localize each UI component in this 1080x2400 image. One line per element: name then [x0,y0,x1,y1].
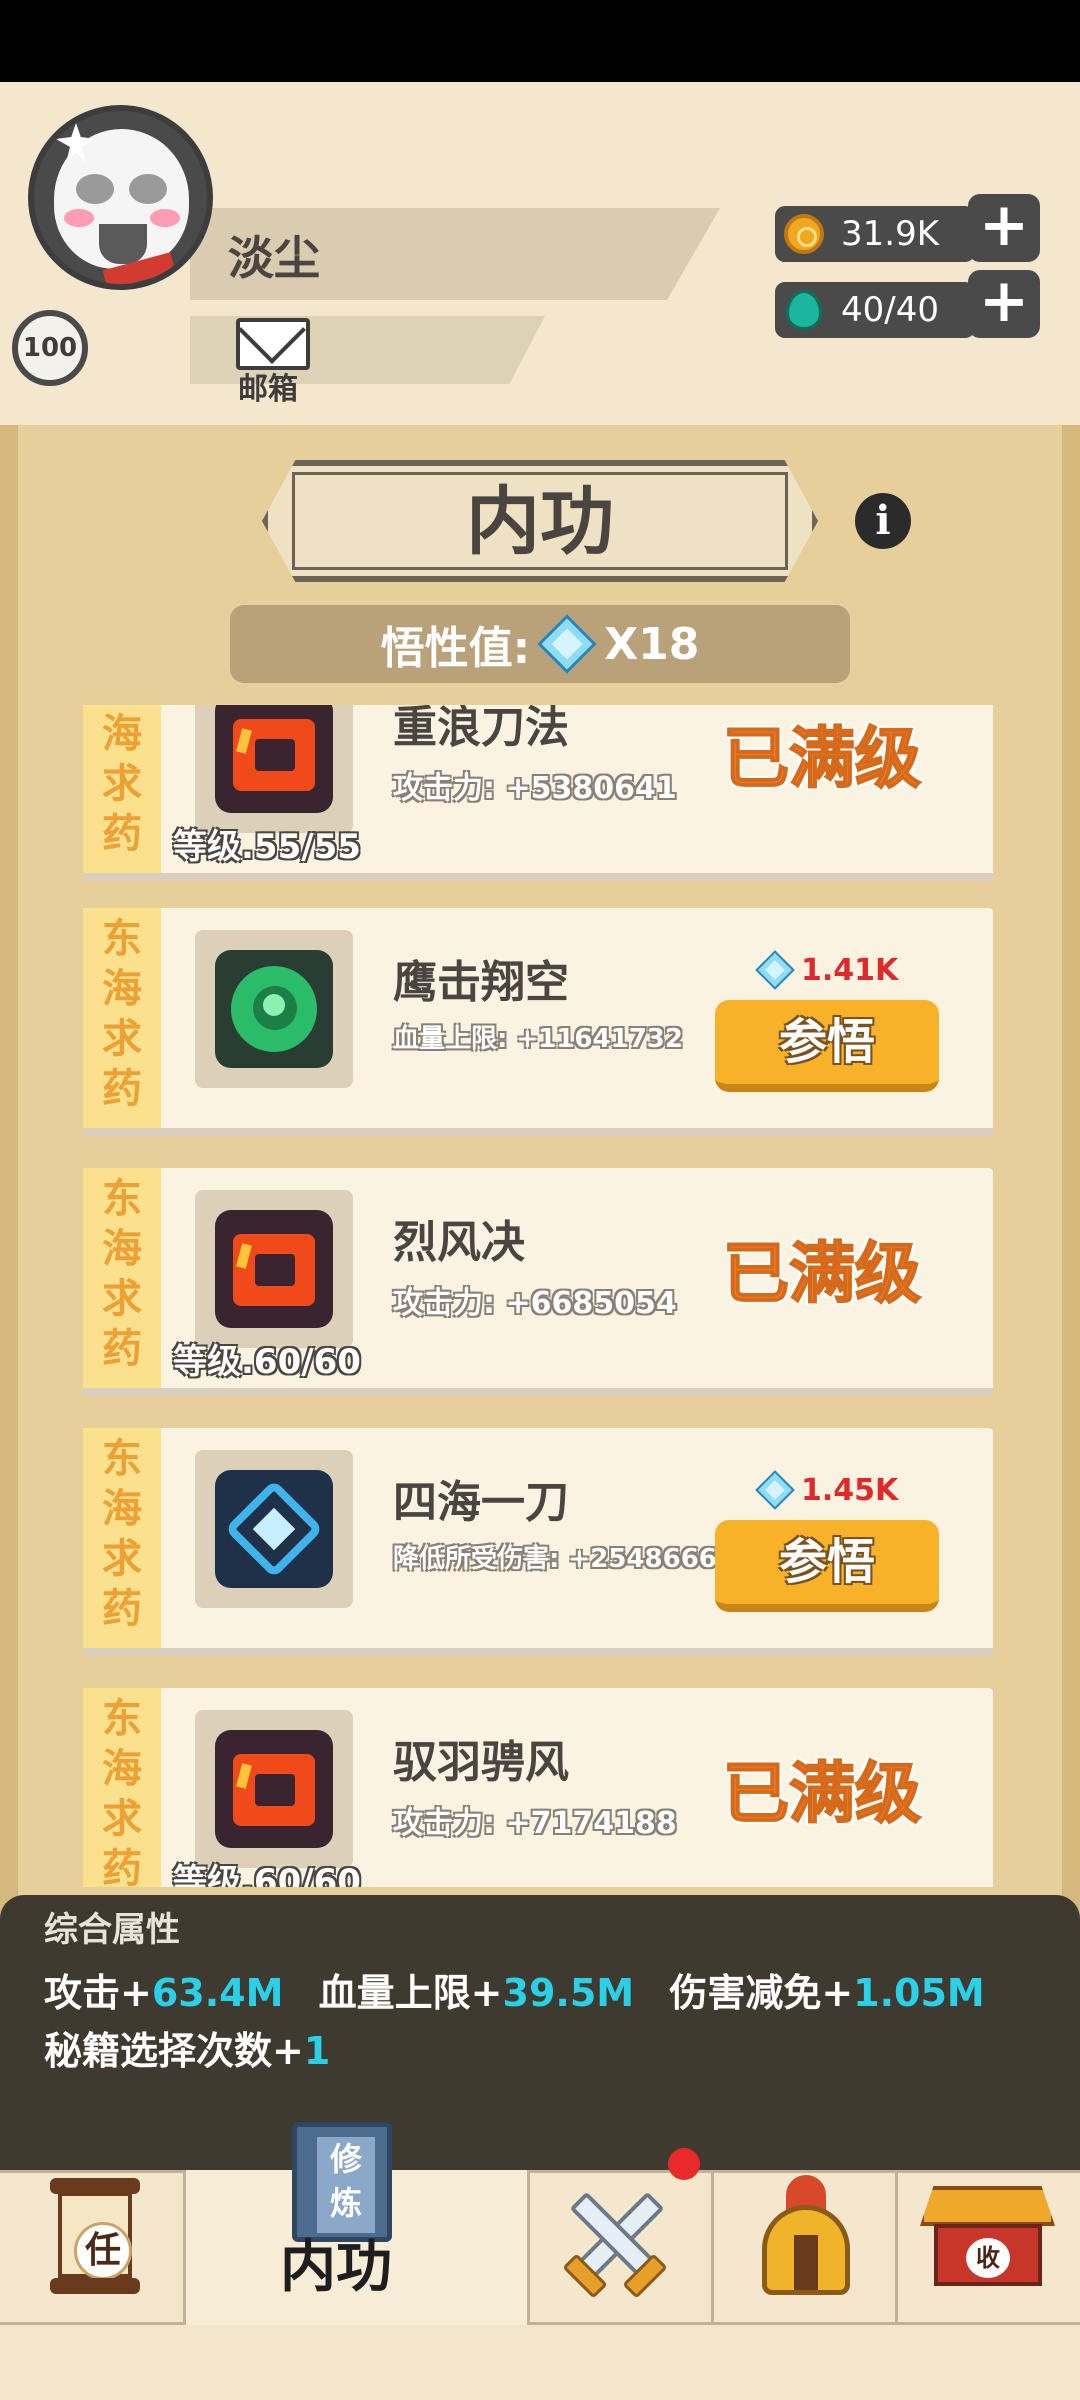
dmg-label: 伤害减免+ [669,1971,854,2015]
green-swirl-icon [215,950,333,1068]
skill-name: 重浪刀法 [393,705,569,753]
skill-cost-value: 1.45K [801,1472,899,1508]
skill-card[interactable]: 东海求药 等级.60/60 烈风决 攻击力: +6685054 已满级 [83,1168,993,1396]
stamina-icon [781,287,827,333]
choice-label: 秘籍选择次数+ [44,2029,304,2073]
skill-tag: 海求药 [83,705,161,873]
attack-label: 攻击+ [44,1971,152,2015]
insight-gem-icon [537,614,597,674]
insight-bar: 悟性值: X18 [230,605,850,683]
skill-card[interactable]: 海求药 等级.55/55 重浪刀法 攻击力: +5380641 已满级 [83,705,993,881]
skill-card[interactable]: 东海求药 四海一刀 降低所受伤害: +2548666 1.45K 参悟 [83,1428,993,1656]
attack-value: 63.4M [151,1971,284,2015]
skill-cost: 1.41K [755,950,898,990]
skill-level: 等级.55/55 [173,827,361,867]
skill-cost-value: 1.41K [801,952,899,988]
avatar-blush-left [64,209,94,227]
skill-card[interactable]: 东海求药 鹰击翔空 血量上限: +11641732 1.41K 参悟 [83,908,993,1136]
skill-tag: 东海求药 [83,1688,161,1887]
skill-attr: 血量上限: +11641732 [393,1024,683,1054]
red-rune-icon [215,1730,333,1848]
insight-gem-icon [755,950,795,990]
skill-attr: 降低所受伤害: +2548666 [393,1544,717,1574]
skill-attr: 攻击力: +5380641 [393,771,677,806]
summary-line-2: 秘籍选择次数+1 [44,2020,330,2075]
red-rune-icon [215,705,333,813]
task-scroll-icon[interactable]: 任 [50,2178,140,2298]
helmet-icon[interactable] [756,2175,856,2300]
red-rune-icon [215,1210,333,1328]
avatar-eye-right [129,174,167,204]
page-title: 内功 [466,479,614,565]
skill-icon-box [195,1450,353,1608]
hp-label: 血量上限+ [318,1971,503,2015]
study-button[interactable]: 参悟 [715,1520,939,1612]
skill-icon-box [195,930,353,1088]
max-level-label: 已满级 [722,1754,922,1833]
skill-name: 烈风决 [393,1217,525,1268]
skill-name: 驭羽骋风 [393,1737,569,1788]
skill-attr: 攻击力: +6685054 [393,1286,677,1321]
skill-level: 等级.60/60 [173,1862,361,1887]
max-level-label: 已满级 [722,719,922,798]
avatar-blush-right [150,209,180,227]
mail-label[interactable]: 邮箱 [238,364,298,408]
skill-list[interactable]: 海求药 等级.55/55 重浪刀法 攻击力: +5380641 已满级 东海求药… [80,705,1000,1887]
skill-tag: 东海求药 [83,1168,161,1388]
coin-value: 31.9K [841,214,939,254]
skill-tag: 东海求药 [83,1428,161,1648]
player-name: 淡尘 [228,231,320,285]
stamina-value: 40/40 [841,290,939,330]
skill-tag: 东海求药 [83,908,161,1128]
summary-title: 综合属性 [44,1910,180,1950]
skill-icon-box [195,1190,353,1348]
study-button[interactable]: 参悟 [715,1000,939,1092]
skill-icon-box [195,705,353,833]
insight-value: X18 [604,618,700,670]
crossed-swords-icon[interactable] [555,2180,675,2300]
stamina-counter: 40/40 [775,282,975,338]
avatar-eye-left [76,174,114,204]
skill-name: 四海一刀 [393,1477,569,1528]
coin-icon [781,211,827,257]
insight-label: 悟性值: [380,623,531,674]
skill-attr: 攻击力: +7174188 [393,1806,677,1841]
book-label: 修炼 [317,2137,375,2233]
shop-icon[interactable]: 收 [920,2186,1055,2291]
nav-active-label[interactable]: 内功 [280,2222,392,2303]
shop-char: 收 [966,2238,1010,2278]
skill-name: 鹰击翔空 [393,957,569,1008]
task-char: 任 [74,2222,132,2280]
info-icon[interactable]: i [855,493,911,549]
skill-icon-box [195,1710,353,1868]
insight-gem-icon [755,1470,795,1510]
max-level-label: 已满级 [722,1234,922,1313]
avatar-mouth [99,224,147,264]
avatar[interactable] [28,105,213,290]
choice-value: 1 [303,2029,331,2073]
coin-counter: 31.9K [775,206,975,262]
skill-card[interactable]: 东海求药 等级.60/60 驭羽骋风 攻击力: +7174188 已满级 [83,1688,993,1887]
dmg-value: 1.05M [853,1971,985,2015]
notification-dot [668,2148,700,2180]
add-coins-button[interactable]: + [968,194,1040,262]
status-bar [0,0,1080,82]
summary-line-1: 攻击+63.4M 血量上限+39.5M 伤害减免+1.05M [44,1962,985,2017]
skill-cost: 1.45K [755,1470,898,1510]
hp-value: 39.5M [502,1971,635,2015]
blue-diamond-icon [215,1470,333,1588]
level-badge: 100 [12,310,88,386]
mail-icon[interactable] [236,318,310,370]
add-stamina-button[interactable]: + [968,270,1040,338]
skill-level: 等级.60/60 [173,1342,361,1382]
